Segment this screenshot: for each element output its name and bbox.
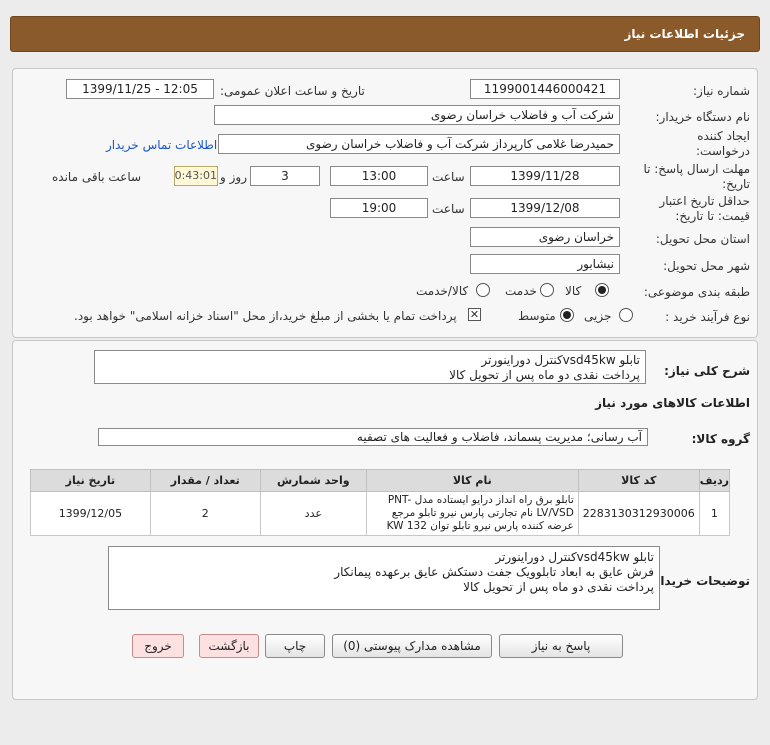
summary-textarea[interactable]: تابلو vsd45kwکنترل دوراینورتر پرداخت نقد… xyxy=(94,350,646,384)
city-field: نیشابور xyxy=(470,254,620,274)
category-both-radio[interactable] xyxy=(476,283,490,297)
validity-time-label: ساعت xyxy=(432,202,465,216)
print-button[interactable]: چاپ xyxy=(265,634,325,658)
attachments-button[interactable]: مشاهده مدارک پیوستی (0) xyxy=(332,634,492,658)
days-label: روز و xyxy=(220,170,247,184)
goods-group-label: گروه کالا: xyxy=(691,432,750,446)
buyer-notes-textarea[interactable]: تابلو vsd45kwکنترل دوراینورتر فرش عایق ب… xyxy=(108,546,660,610)
treasury-checkbox[interactable]: ✕ xyxy=(468,308,481,321)
days-field: 3 xyxy=(250,166,320,186)
table-row: 1 2283130312930006 تابلو برق راه انداز د… xyxy=(30,491,731,536)
validity-time-field: 19:00 xyxy=(330,198,428,218)
process-minor-label: جزیی xyxy=(584,309,612,323)
exit-button[interactable]: خروج xyxy=(132,634,184,658)
creator-label: ایجاد کننده درخواست: xyxy=(696,129,750,158)
process-medium-label: متوسط xyxy=(518,309,556,323)
col-row-header: ردیف xyxy=(698,469,731,492)
remaining-time-field: 00:43:01 xyxy=(174,166,218,186)
need-number-label: شماره نیاز: xyxy=(693,84,750,98)
process-label: نوع فرآیند خرید : xyxy=(665,310,750,324)
province-field: خراسان رضوی xyxy=(470,227,620,247)
process-medium-radio[interactable] xyxy=(560,308,574,322)
page-header: جزئیات اطلاعات نیاز xyxy=(10,16,760,52)
reply-button[interactable]: پاسخ به نیاز xyxy=(499,634,623,658)
process-minor-radio[interactable] xyxy=(619,308,633,322)
category-service-label: خدمت xyxy=(505,284,537,298)
announce-field: 1399/11/25 - 12:05 xyxy=(66,79,214,99)
col-qty-header: تعداد / مقدار xyxy=(149,469,261,492)
reply-time-field: 13:00 xyxy=(330,166,428,186)
unit-cell: عدد xyxy=(259,491,367,536)
category-goods-label: کالا xyxy=(565,284,582,298)
buyer-org-label: نام دستگاه خریدار: xyxy=(655,110,751,124)
reply-deadline-label: مهلت ارسال پاسخ: تا تاریخ: xyxy=(643,162,750,191)
buyer-org-field: شرکت آب و فاضلاب خراسان رضوی xyxy=(214,105,620,125)
category-both-label: کالا/خدمت xyxy=(416,284,469,298)
items-table: ردیف کد کالا نام کالا واحد شمارش تعداد /… xyxy=(30,469,731,536)
col-unit-header: واحد شمارش xyxy=(259,469,367,492)
need-date-cell: 1399/12/05 xyxy=(30,491,151,536)
goods-group-field: آب رسانی؛ مدیریت پسماند، فاضلاب و فعالیت… xyxy=(98,428,648,446)
row-number-cell: 1 xyxy=(698,491,731,536)
payment-note: پرداخت تمام یا بخشی از مبلغ خرید،از محل … xyxy=(74,309,457,323)
reply-date-field: 1399/11/28 xyxy=(470,166,620,186)
city-label: شهر محل تحویل: xyxy=(663,259,750,273)
quantity-cell: 2 xyxy=(149,491,261,536)
remaining-label: ساعت باقی مانده xyxy=(52,170,142,184)
items-table-wrap: ردیف کد کالا نام کالا واحد شمارش تعداد /… xyxy=(30,469,731,536)
back-button[interactable]: بازگشت xyxy=(199,634,259,658)
summary-label: شرح کلی نیاز: xyxy=(664,364,750,378)
reply-time-label: ساعت xyxy=(432,170,465,184)
announce-label: تاریخ و ساعت اعلان عمومی: xyxy=(220,84,365,98)
goods-name-cell: تابلو برق راه انداز درایو ایستاده مدل PN… xyxy=(365,491,579,536)
validity-date-field: 1399/12/08 xyxy=(470,198,620,218)
creator-field: حمیدرضا غلامی کارپرداز شرکت آب و فاضلاب … xyxy=(218,134,620,154)
category-label: طبقه بندی موضوعی: xyxy=(643,285,750,299)
page-title: جزئیات اطلاعات نیاز xyxy=(624,27,745,41)
items-section-title: اطلاعات کالاهای مورد نیاز xyxy=(595,396,750,410)
goods-code-cell: 2283130312930006 xyxy=(577,491,700,536)
validity-label: حداقل تاریخ اعتبار قیمت: تا تاریخ: xyxy=(659,194,750,223)
buyer-notes-label: توضیحات خریدار: xyxy=(648,574,750,588)
col-name-header: نام کالا xyxy=(365,469,579,492)
province-label: استان محل تحویل: xyxy=(655,232,750,246)
col-code-header: کد کالا xyxy=(577,469,700,492)
contact-buyer-link[interactable]: اطلاعات تماس خریدار xyxy=(106,138,217,152)
category-goods-radio[interactable] xyxy=(595,283,609,297)
col-date-header: تاریخ نیاز xyxy=(30,469,151,492)
need-number-field: 1199001446000421 xyxy=(470,79,620,99)
category-service-radio[interactable] xyxy=(540,283,554,297)
